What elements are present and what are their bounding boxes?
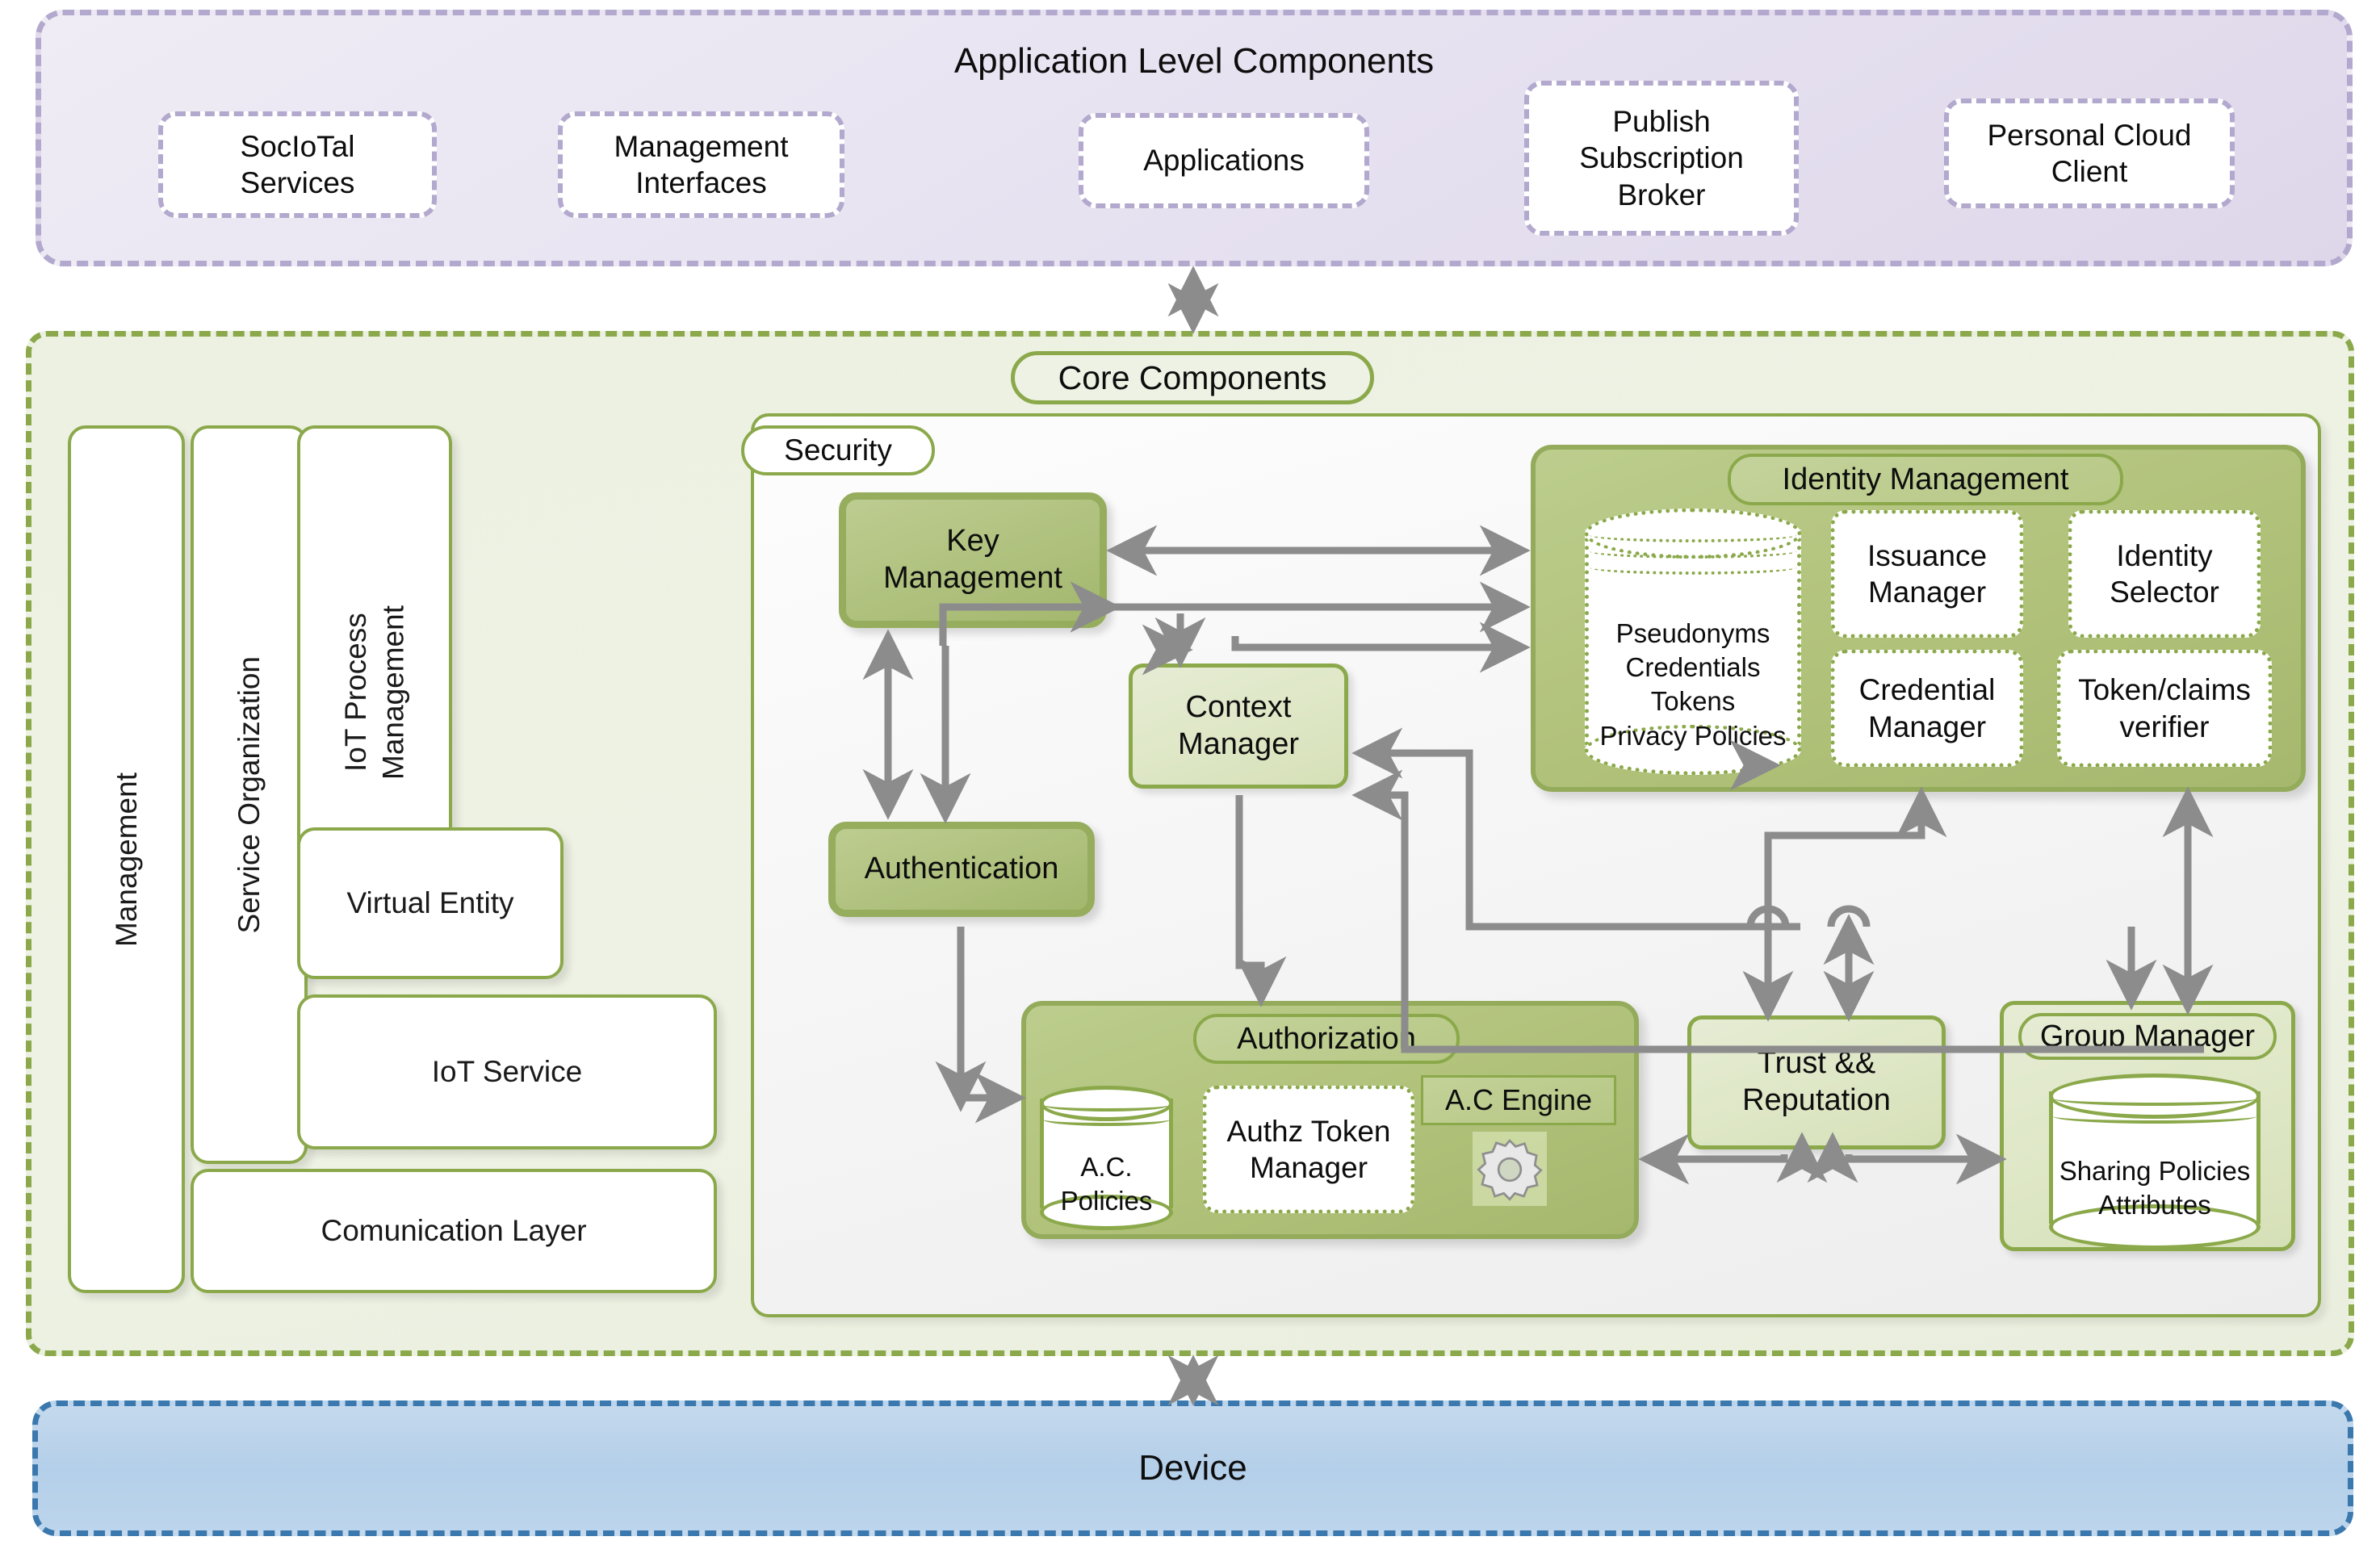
left-box-label: Service Organization bbox=[232, 655, 266, 934]
ac-policies-label: A.C. Policies bbox=[1040, 1150, 1173, 1218]
card-label: Identity Selector bbox=[2110, 538, 2219, 609]
context-manager-box[interactable]: Context Manager bbox=[1129, 664, 1348, 789]
left-box-iot-service[interactable]: IoT Service bbox=[297, 994, 717, 1149]
app-box-label: SocIoTal Services bbox=[240, 129, 355, 199]
store-line: Privacy Policies bbox=[1599, 720, 1787, 751]
identity-management-title: Identity Management bbox=[1728, 454, 2123, 505]
sharing-policies-label: Sharing Policies Attributes bbox=[2049, 1154, 2261, 1222]
app-box-applications[interactable]: Applications bbox=[1079, 113, 1369, 208]
context-manager-label: Context Manager bbox=[1178, 689, 1299, 761]
app-box-management-interfaces[interactable]: Management Interfaces bbox=[558, 111, 844, 218]
trust-reputation-box[interactable]: Trust && Reputation bbox=[1687, 1015, 1946, 1149]
key-management-label: Key Management bbox=[883, 524, 1062, 595]
authz-token-manager-card[interactable]: Authz Token Manager bbox=[1203, 1086, 1414, 1213]
left-box-virtual-entity[interactable]: Virtual Entity bbox=[297, 827, 564, 979]
card-label: Token/claims verifier bbox=[2078, 673, 2251, 743]
left-box-label: IoT Service bbox=[431, 1055, 583, 1088]
left-box-label: IoT Process Management bbox=[338, 605, 409, 780]
device-panel: Device bbox=[32, 1400, 2353, 1536]
issuance-manager-card[interactable]: Issuance Manager bbox=[1831, 510, 2023, 638]
app-box-sociotal-services[interactable]: SocIoTal Services bbox=[158, 111, 437, 218]
ac-policies-cylinder: A.C. Policies bbox=[1040, 1086, 1173, 1230]
gear-icon bbox=[1473, 1132, 1547, 1206]
identity-store-label: Pseudonyms Credentials Tokens Privacy Po… bbox=[1585, 617, 1801, 753]
app-box-label: Personal Cloud Client bbox=[1987, 118, 2192, 188]
left-box-label: Comunication Layer bbox=[321, 1214, 587, 1247]
authentication-box[interactable]: Authentication bbox=[828, 822, 1095, 917]
ac-engine-label-box[interactable]: A.C Engine bbox=[1421, 1075, 1616, 1125]
architecture-diagram: Application Level Components SocIoTal Se… bbox=[0, 0, 2380, 1549]
credential-manager-card[interactable]: Credential Manager bbox=[1831, 650, 2023, 767]
core-components-title: Core Components bbox=[1011, 351, 1374, 404]
left-box-label: Virtual Entity bbox=[346, 886, 514, 919]
identity-selector-card[interactable]: Identity Selector bbox=[2068, 510, 2261, 638]
store-line: Sharing Policies bbox=[2059, 1156, 2251, 1186]
trust-reputation-label: Trust && Reputation bbox=[1742, 1046, 1891, 1117]
store-line: A.C. bbox=[1080, 1152, 1133, 1182]
card-label: Authz Token Manager bbox=[1226, 1114, 1391, 1184]
sharing-policies-cylinder: Sharing Policies Attributes bbox=[2049, 1074, 2261, 1250]
card-label: Credential Manager bbox=[1858, 673, 1996, 743]
app-box-personal-cloud-client[interactable]: Personal Cloud Client bbox=[1944, 98, 2235, 208]
key-management-box[interactable]: Key Management bbox=[839, 492, 1107, 628]
card-label: Issuance Manager bbox=[1867, 538, 1988, 609]
store-line: Pseudonyms bbox=[1615, 618, 1770, 648]
left-box-service-organization[interactable]: Service Organization bbox=[191, 425, 308, 1164]
group-manager-title: Group Manager bbox=[2018, 1013, 2277, 1060]
store-line: Attributes bbox=[2098, 1190, 2211, 1220]
left-box-communication-layer[interactable]: Comunication Layer bbox=[191, 1169, 717, 1293]
store-line: Policies bbox=[1060, 1186, 1153, 1216]
app-box-label: Management Interfaces bbox=[614, 129, 789, 199]
token-claims-verifier-card[interactable]: Token/claims verifier bbox=[2057, 650, 2272, 767]
ac-engine-label: A.C Engine bbox=[1444, 1083, 1593, 1116]
left-box-label: Management bbox=[109, 772, 143, 947]
store-line: Credentials bbox=[1625, 652, 1761, 683]
security-title: Security bbox=[741, 425, 935, 475]
identity-store-cylinder: Pseudonyms Credentials Tokens Privacy Po… bbox=[1585, 509, 1801, 775]
app-box-label: Publish Subscription Broker bbox=[1579, 105, 1744, 211]
app-box-label: Applications bbox=[1143, 144, 1305, 178]
application-level-title: Application Level Components bbox=[953, 41, 1435, 81]
left-box-management[interactable]: Management bbox=[68, 425, 185, 1293]
device-title: Device bbox=[1138, 1448, 1247, 1488]
authorization-title: Authorization bbox=[1193, 1014, 1460, 1064]
authentication-label: Authentication bbox=[864, 852, 1059, 886]
app-box-publish-subscription-broker[interactable]: Publish Subscription Broker bbox=[1524, 81, 1799, 236]
store-line: Tokens bbox=[1650, 686, 1736, 717]
